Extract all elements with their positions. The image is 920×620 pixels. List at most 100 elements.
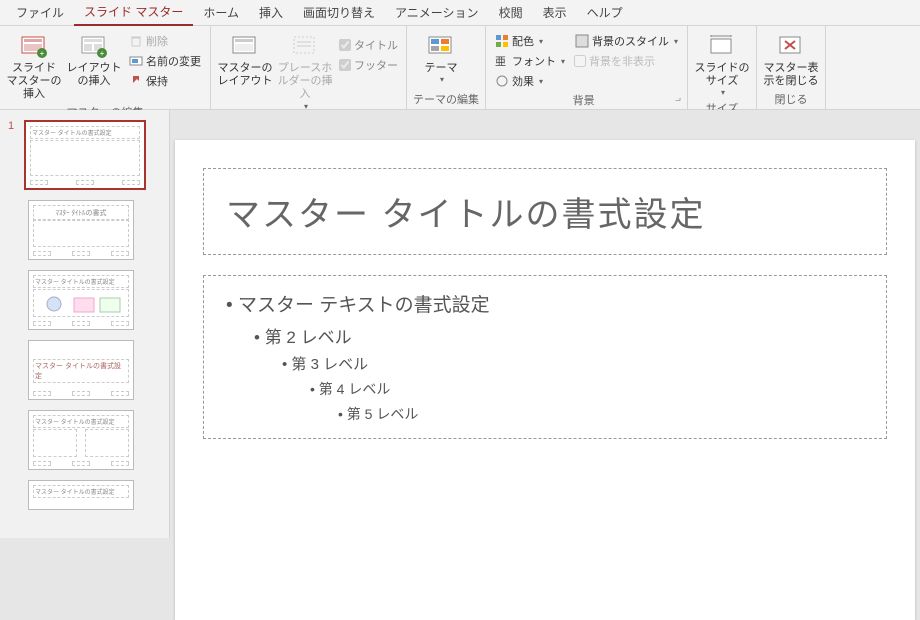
group-edit-master: + スライド マスターの挿入 + レイアウトの挿入 削除 名前の変更: [0, 26, 211, 109]
rename-button[interactable]: 名前の変更: [126, 52, 204, 70]
thumb-title-ph: マスター タイトルの書式設定: [33, 485, 129, 498]
hide-bg-label: 背景を非表示: [589, 53, 655, 69]
insert-slide-master-button[interactable]: + スライド マスターの挿入: [6, 28, 62, 102]
chevron-down-icon: ▾: [721, 88, 725, 98]
close-master-label: マスター表示を閉じる: [763, 62, 819, 88]
svg-text:+: +: [40, 49, 45, 58]
thumb-title-ph: マスター タイトルの書式設定: [33, 275, 129, 288]
bg-style-button[interactable]: 背景のスタイル▾: [572, 32, 681, 50]
body-level-4[interactable]: 第 4 レベル: [310, 379, 864, 399]
group-theme: テーマ ▾ テーマの編集: [407, 26, 486, 109]
menu-tabs: ファイル スライド マスター ホーム 挿入 画面切り替え アニメーション 校閲 …: [0, 0, 920, 26]
fonts-icon: 亜: [495, 54, 509, 68]
title-text[interactable]: マスター タイトルの書式設定: [226, 187, 864, 236]
tab-insert[interactable]: 挿入: [249, 0, 293, 25]
tab-review[interactable]: 校閲: [489, 0, 533, 25]
footer-checkbox[interactable]: フッター: [337, 56, 400, 74]
colors-button[interactable]: 配色▾: [492, 32, 568, 50]
thumb-title-ph: マスター タイトルの書式設定: [33, 359, 129, 383]
tab-help[interactable]: ヘルプ: [577, 0, 633, 25]
body-level-1[interactable]: マスター テキストの書式設定: [226, 290, 864, 317]
master-layout-icon: [231, 32, 259, 60]
delete-icon: [129, 34, 143, 48]
close-icon: [777, 32, 805, 60]
preserve-icon: [129, 74, 143, 88]
title-checkbox[interactable]: タイトル: [337, 36, 400, 54]
body-level-5[interactable]: 第 5 レベル: [338, 404, 864, 424]
tab-transitions[interactable]: 画面切り替え: [293, 0, 385, 25]
thumb-number: 1: [8, 120, 18, 132]
theme-label: テーマ: [425, 62, 458, 75]
effects-label: 効果: [512, 73, 534, 89]
workspace: 1 マスター タイトルの書式設定 ﾏｽﾀｰ ﾀｲﾄﾙの書式 マスター タイトルの…: [0, 110, 920, 538]
layout-thumbnail[interactable]: マスター タイトルの書式設定: [28, 410, 134, 470]
fonts-label: フォント: [512, 53, 556, 69]
group-close: マスター表示を閉じる 閉じる: [757, 26, 826, 109]
theme-button[interactable]: テーマ ▾: [413, 28, 469, 85]
tab-home[interactable]: ホーム: [193, 0, 249, 25]
bg-style-icon: [575, 34, 589, 48]
delete-label: 削除: [146, 33, 168, 49]
theme-icon: [427, 32, 455, 60]
fonts-button[interactable]: 亜 フォント▾: [492, 52, 568, 70]
group-master-layout: マスターのレイアウト プレースホルダーの挿入 ▾ タイトル フッター: [211, 26, 407, 109]
insert-layout-button[interactable]: + レイアウトの挿入: [66, 28, 122, 88]
insert-placeholder-label: プレースホルダーの挿入: [277, 62, 333, 102]
body-level-3[interactable]: 第 3 レベル: [282, 353, 864, 374]
title-placeholder[interactable]: マスター タイトルの書式設定: [203, 168, 887, 255]
insert-layout-label: レイアウトの挿入: [66, 62, 122, 88]
group-size: スライドのサイズ ▾ サイズ: [688, 26, 757, 109]
chevron-down-icon: ▾: [440, 75, 444, 85]
delete-button[interactable]: 削除: [126, 32, 204, 50]
layout-icon: +: [80, 32, 108, 60]
preserve-button[interactable]: 保持: [126, 72, 204, 90]
slide-master-icon: +: [20, 32, 48, 60]
master-thumbnail[interactable]: マスター タイトルの書式設定: [24, 120, 146, 190]
slide-master-canvas[interactable]: マスター タイトルの書式設定 マスター テキストの書式設定 第 2 レベル 第 …: [175, 140, 915, 620]
slide-size-label: スライドのサイズ: [694, 62, 750, 88]
thumbnail-panel[interactable]: 1 マスター タイトルの書式設定 ﾏｽﾀｰ ﾀｲﾄﾙの書式 マスター タイトルの…: [0, 110, 170, 538]
thumb-body-ph: [33, 289, 129, 317]
thumb-body-ph: [33, 219, 129, 247]
master-layout-label: マスターのレイアウト: [217, 62, 273, 88]
group-background-label: 背景: [492, 90, 675, 108]
ribbon: + スライド マスターの挿入 + レイアウトの挿入 削除 名前の変更: [0, 26, 920, 110]
svg-text:亜: 亜: [495, 56, 506, 68]
tab-animations[interactable]: アニメーション: [385, 0, 489, 25]
bg-style-label: 背景のスタイル: [592, 33, 669, 49]
master-layout-button[interactable]: マスターのレイアウト: [217, 28, 273, 88]
layout-thumbnail[interactable]: マスター タイトルの書式設定: [28, 270, 134, 330]
layout-thumbnail[interactable]: ﾏｽﾀｰ ﾀｲﾄﾙの書式: [28, 200, 134, 260]
effects-button[interactable]: 効果▾: [492, 72, 568, 90]
close-master-button[interactable]: マスター表示を閉じる: [763, 28, 819, 88]
slide-size-button[interactable]: スライドのサイズ ▾: [694, 28, 750, 98]
rename-icon: [129, 54, 143, 68]
insert-slide-master-label: スライド マスターの挿入: [6, 62, 62, 102]
slide-size-icon: [708, 32, 736, 60]
body-level-2[interactable]: 第 2 レベル: [254, 323, 864, 348]
thumb-body-ph: [30, 140, 140, 176]
insert-placeholder-button[interactable]: プレースホルダーの挿入 ▾: [277, 28, 333, 111]
layout-thumbnail[interactable]: マスター タイトルの書式設定: [28, 340, 134, 400]
group-close-label: 閉じる: [763, 89, 819, 107]
body-placeholder[interactable]: マスター テキストの書式設定 第 2 レベル 第 3 レベル 第 4 レベル 第…: [203, 275, 887, 439]
thumb-title-ph: マスター タイトルの書式設定: [30, 126, 140, 139]
svg-text:+: +: [100, 49, 105, 58]
footer-check-label: フッター: [354, 57, 398, 73]
tab-view[interactable]: 表示: [533, 0, 577, 25]
layout-thumbnail[interactable]: マスター タイトルの書式設定: [28, 480, 134, 510]
slide-edit-area[interactable]: マスター タイトルの書式設定 マスター テキストの書式設定 第 2 レベル 第 …: [170, 110, 920, 538]
thumb-title-ph: マスター タイトルの書式設定: [33, 415, 129, 428]
placeholder-icon: [291, 32, 319, 60]
preserve-label: 保持: [146, 73, 168, 89]
tab-slide-master[interactable]: スライド マスター: [74, 0, 193, 26]
dialog-launcher-icon[interactable]: [675, 94, 681, 105]
effects-icon: [495, 74, 509, 88]
tab-file[interactable]: ファイル: [6, 0, 74, 25]
rename-label: 名前の変更: [146, 53, 201, 69]
group-background: 配色▾ 亜 フォント▾ 効果▾ 背景のスタイル▾ 背景を非表示: [486, 26, 688, 109]
colors-label: 配色: [512, 33, 534, 49]
group-theme-label: テーマの編集: [413, 89, 479, 107]
title-check-label: タイトル: [354, 37, 398, 53]
hide-bg-checkbox[interactable]: 背景を非表示: [572, 52, 681, 70]
